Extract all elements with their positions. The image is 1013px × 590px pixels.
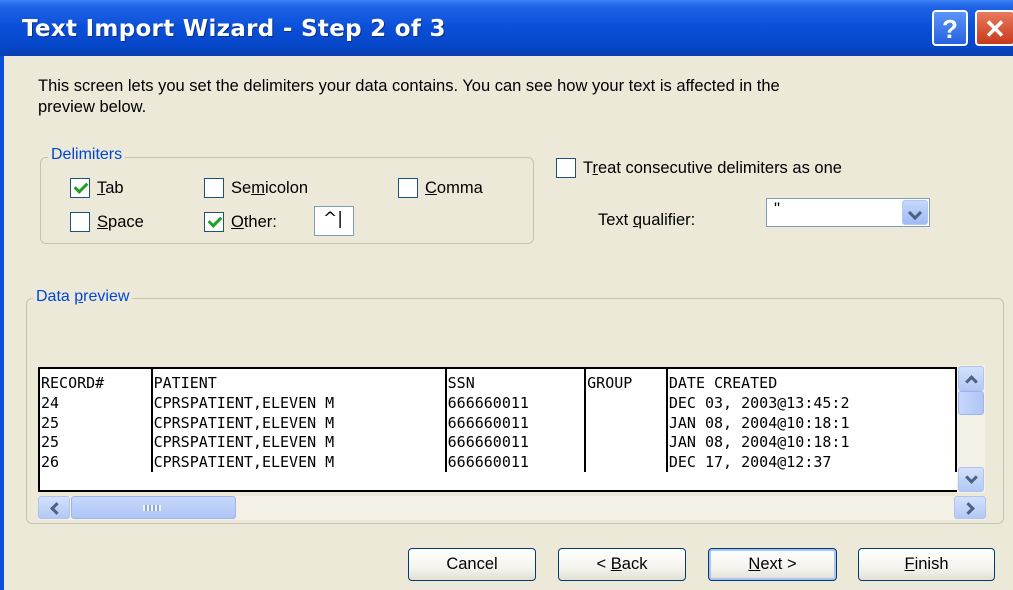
title-bar[interactable]: Text Import Wizard - Step 2 of 3 ? ✕ xyxy=(0,0,1013,56)
preview-cell: SSN xyxy=(445,369,587,394)
preview-cell: JAN 08, 2004@10:18:1 xyxy=(666,433,957,453)
text-qualifier-select[interactable]: " xyxy=(766,198,930,227)
next-button[interactable]: Next > xyxy=(708,548,837,581)
preview-cell: 666660011 xyxy=(445,394,587,414)
scroll-down-icon[interactable] xyxy=(958,467,984,492)
semicolon-label: Semicolon xyxy=(231,178,309,197)
other-checkbox-box[interactable] xyxy=(204,212,224,232)
tab-checkbox-box[interactable] xyxy=(70,178,90,198)
help-button[interactable]: ? xyxy=(932,10,968,46)
preview-cell: 666660011 xyxy=(445,413,587,433)
back-button[interactable]: < Back xyxy=(558,548,686,581)
horizontal-scroll-thumb[interactable] xyxy=(71,496,236,519)
other-delimiter-input[interactable]: ^| xyxy=(314,206,354,236)
space-checkbox-box[interactable] xyxy=(70,212,90,232)
comma-checkbox-box[interactable] xyxy=(398,178,418,198)
chevron-down-icon[interactable] xyxy=(902,200,928,225)
preview-cell: DATE CREATED xyxy=(666,369,957,394)
comma-checkbox[interactable]: Comma xyxy=(398,178,483,198)
tab-checkbox[interactable]: Tab xyxy=(70,178,124,198)
comma-label: Comma xyxy=(425,178,483,197)
window-title: Text Import Wizard - Step 2 of 3 xyxy=(22,16,446,42)
preview-cell: 666660011 xyxy=(445,433,587,453)
finish-button[interactable]: Finish xyxy=(858,548,995,581)
text-import-wizard-window: Text Import Wizard - Step 2 of 3 ? ✕ Thi… xyxy=(0,0,1013,590)
preview-cell xyxy=(585,433,668,453)
preview-cell: 24 xyxy=(40,394,153,414)
other-label: Other: xyxy=(231,212,277,231)
preview-row: 25 CPRSPATIENT,ELEVEN M 666660011 JAN 08, 2… xyxy=(40,413,957,433)
preview-cell: CPRSPATIENT,ELEVEN M xyxy=(151,452,447,472)
horizontal-scrollbar[interactable] xyxy=(38,496,986,520)
preview-cell xyxy=(585,394,668,414)
scroll-up-icon[interactable] xyxy=(958,366,984,391)
preview-cell: 666660011 xyxy=(445,452,587,472)
preview-cell xyxy=(585,413,668,433)
space-label: Space xyxy=(97,212,144,231)
treat-consecutive-label: Treat consecutive delimiters as one xyxy=(583,158,842,177)
scroll-left-icon[interactable] xyxy=(38,496,70,519)
semicolon-checkbox-box[interactable] xyxy=(204,178,224,198)
preview-cell: RECORD# xyxy=(40,369,153,394)
data-preview-grid[interactable]: RECORD# PATIENT SSN GROUP DATE CREATED 24 CPRS… xyxy=(38,367,959,492)
preview-cell: DEC 03, 2003@13:45:2 xyxy=(666,394,957,414)
delimiters-group-label: Delimiters xyxy=(48,146,126,164)
data-preview-group-label: Data preview xyxy=(33,288,133,306)
cancel-button[interactable]: Cancel xyxy=(408,548,536,581)
preview-row: 24 CPRSPATIENT,ELEVEN M 666660011 DEC 03, 2… xyxy=(40,394,957,414)
preview-cell xyxy=(585,452,668,472)
preview-cell: GROUP xyxy=(585,369,668,394)
vertical-scroll-thumb[interactable] xyxy=(958,391,984,415)
preview-cell: 26 xyxy=(40,452,153,472)
grip-icon xyxy=(143,505,161,511)
intro-text: This screen lets you set the delimiters … xyxy=(38,77,780,116)
text-qualifier-value: " xyxy=(774,199,781,218)
preview-header-row: RECORD# PATIENT SSN GROUP DATE CREATED xyxy=(40,369,957,394)
tab-label: Tab xyxy=(97,178,124,197)
preview-cell: CPRSPATIENT,ELEVEN M xyxy=(151,433,447,453)
preview-cell: PATIENT xyxy=(151,369,447,394)
space-checkbox[interactable]: Space xyxy=(70,212,144,232)
close-icon: ✕ xyxy=(984,14,1006,44)
preview-row: 25 CPRSPATIENT,ELEVEN M 666660011 JAN 08, 2… xyxy=(40,433,957,453)
treat-consecutive-checkbox-box[interactable] xyxy=(556,158,576,178)
scroll-right-icon[interactable] xyxy=(954,496,986,519)
preview-cell: CPRSPATIENT,ELEVEN M xyxy=(151,394,447,414)
data-preview-table: RECORD# PATIENT SSN GROUP DATE CREATED 24 CPRS… xyxy=(40,369,957,472)
vertical-scrollbar[interactable] xyxy=(957,365,985,493)
preview-cell: JAN 08, 2004@10:18:1 xyxy=(666,413,957,433)
preview-cell: 25 xyxy=(40,433,153,453)
semicolon-checkbox[interactable]: Semicolon xyxy=(204,178,308,198)
treat-consecutive-checkbox[interactable]: Treat consecutive delimiters as one xyxy=(556,158,842,178)
preview-row: 26 CPRSPATIENT,ELEVEN M 666660011 DEC 17, 2… xyxy=(40,452,957,472)
text-qualifier-label: Text qualifier: xyxy=(598,211,696,229)
preview-cell: CPRSPATIENT,ELEVEN M xyxy=(151,413,447,433)
preview-cell: DEC 17, 2004@12:37 xyxy=(666,452,957,472)
other-checkbox[interactable]: Other: xyxy=(204,212,277,232)
close-button[interactable]: ✕ xyxy=(975,10,1013,46)
window-frame-left xyxy=(0,56,4,590)
preview-cell: 25 xyxy=(40,413,153,433)
help-icon: ? xyxy=(942,14,958,44)
